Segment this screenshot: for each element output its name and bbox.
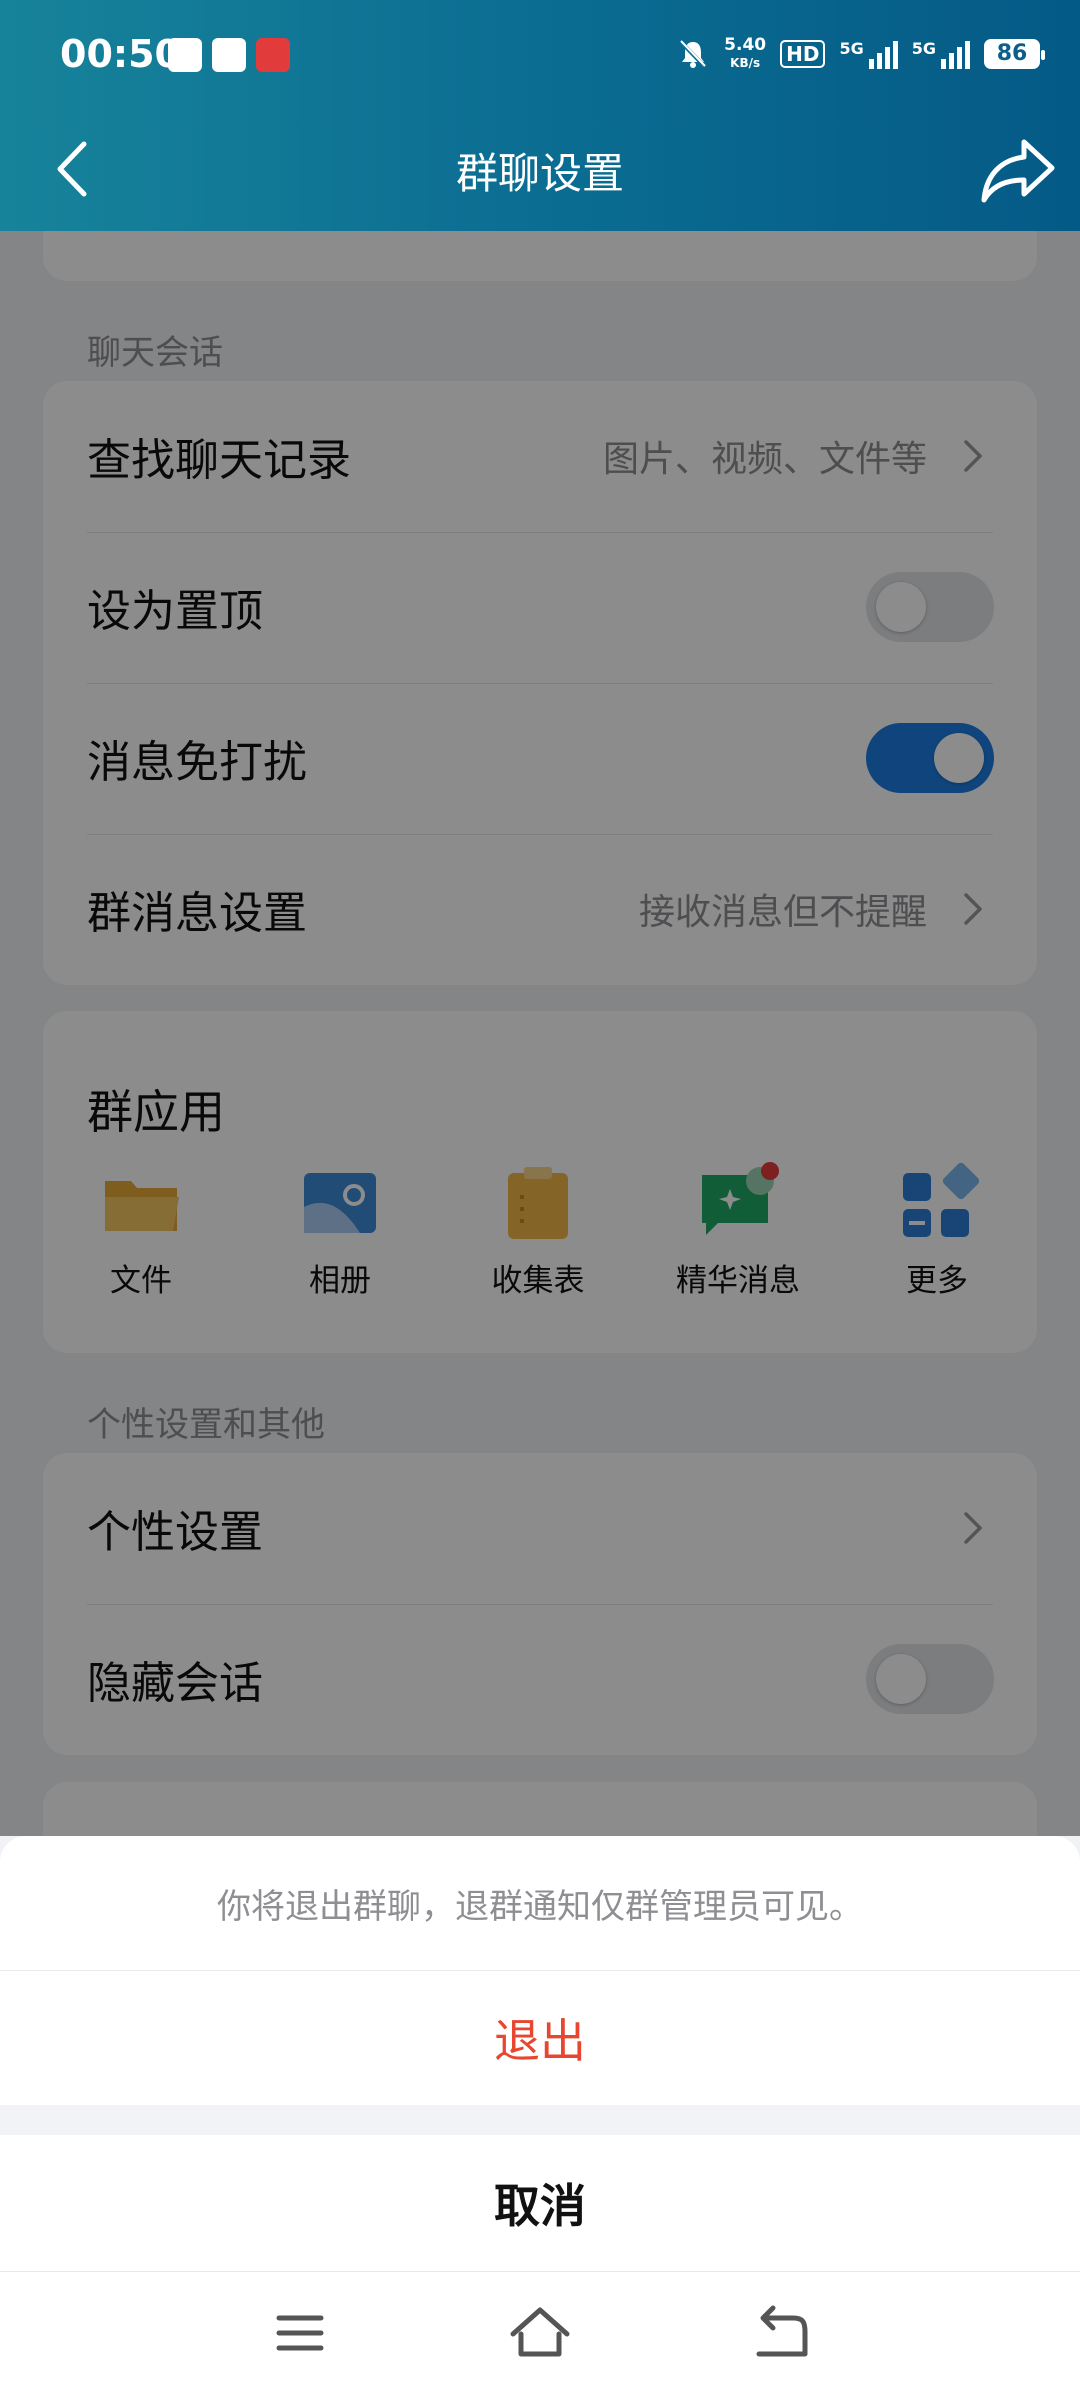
- sheet-message: 你将退出群聊，退群通知仅群管理员可见。: [217, 1886, 863, 1927]
- status-right: 5.40 KB/s HD 5G 5G 86: [676, 36, 1045, 72]
- hd-badge: HD: [780, 40, 826, 68]
- signal-icon-sim1: 5G: [839, 39, 898, 69]
- menu-icon[interactable]: [265, 2298, 335, 2368]
- signal-icon-sim2: 5G: [912, 39, 970, 69]
- net-speed-value: 5.40: [724, 35, 767, 55]
- net-speed: 5.40 KB/s: [724, 36, 766, 72]
- battery-indicator: 86: [984, 39, 1045, 69]
- status-bar: 00:50 5.40 KB/s HD 5G 5G 86: [0, 0, 1080, 110]
- back-icon[interactable]: [745, 2298, 815, 2368]
- music-app-icon: [256, 38, 290, 72]
- notification-app-icon: [168, 38, 202, 72]
- home-icon[interactable]: [505, 2298, 575, 2368]
- dim-overlay[interactable]: [0, 231, 1080, 1836]
- bus-card-icon: [212, 38, 246, 72]
- page-title: 群聊设置: [455, 149, 624, 198]
- sim2-label: 5G: [911, 39, 936, 58]
- top-bar: 00:50 5.40 KB/s HD 5G 5G 86 群聊设置: [0, 0, 1080, 231]
- sim1-label: 5G: [839, 39, 864, 58]
- exit-group-button[interactable]: 退出: [0, 1970, 1080, 2105]
- exit-action-sheet: 你将退出群聊，退群通知仅群管理员可见。 退出 取消: [0, 1836, 1080, 2400]
- sheet-separator: [0, 2105, 1080, 2135]
- share-icon[interactable]: [978, 132, 1058, 208]
- net-speed-unit: KB/s: [730, 56, 761, 70]
- system-nav-bar: [0, 2271, 1080, 2400]
- bell-muted-icon: [679, 40, 707, 69]
- status-time: 00:50: [60, 32, 181, 76]
- cancel-button[interactable]: 取消: [0, 2135, 1080, 2271]
- title-bar: 群聊设置: [0, 110, 1080, 231]
